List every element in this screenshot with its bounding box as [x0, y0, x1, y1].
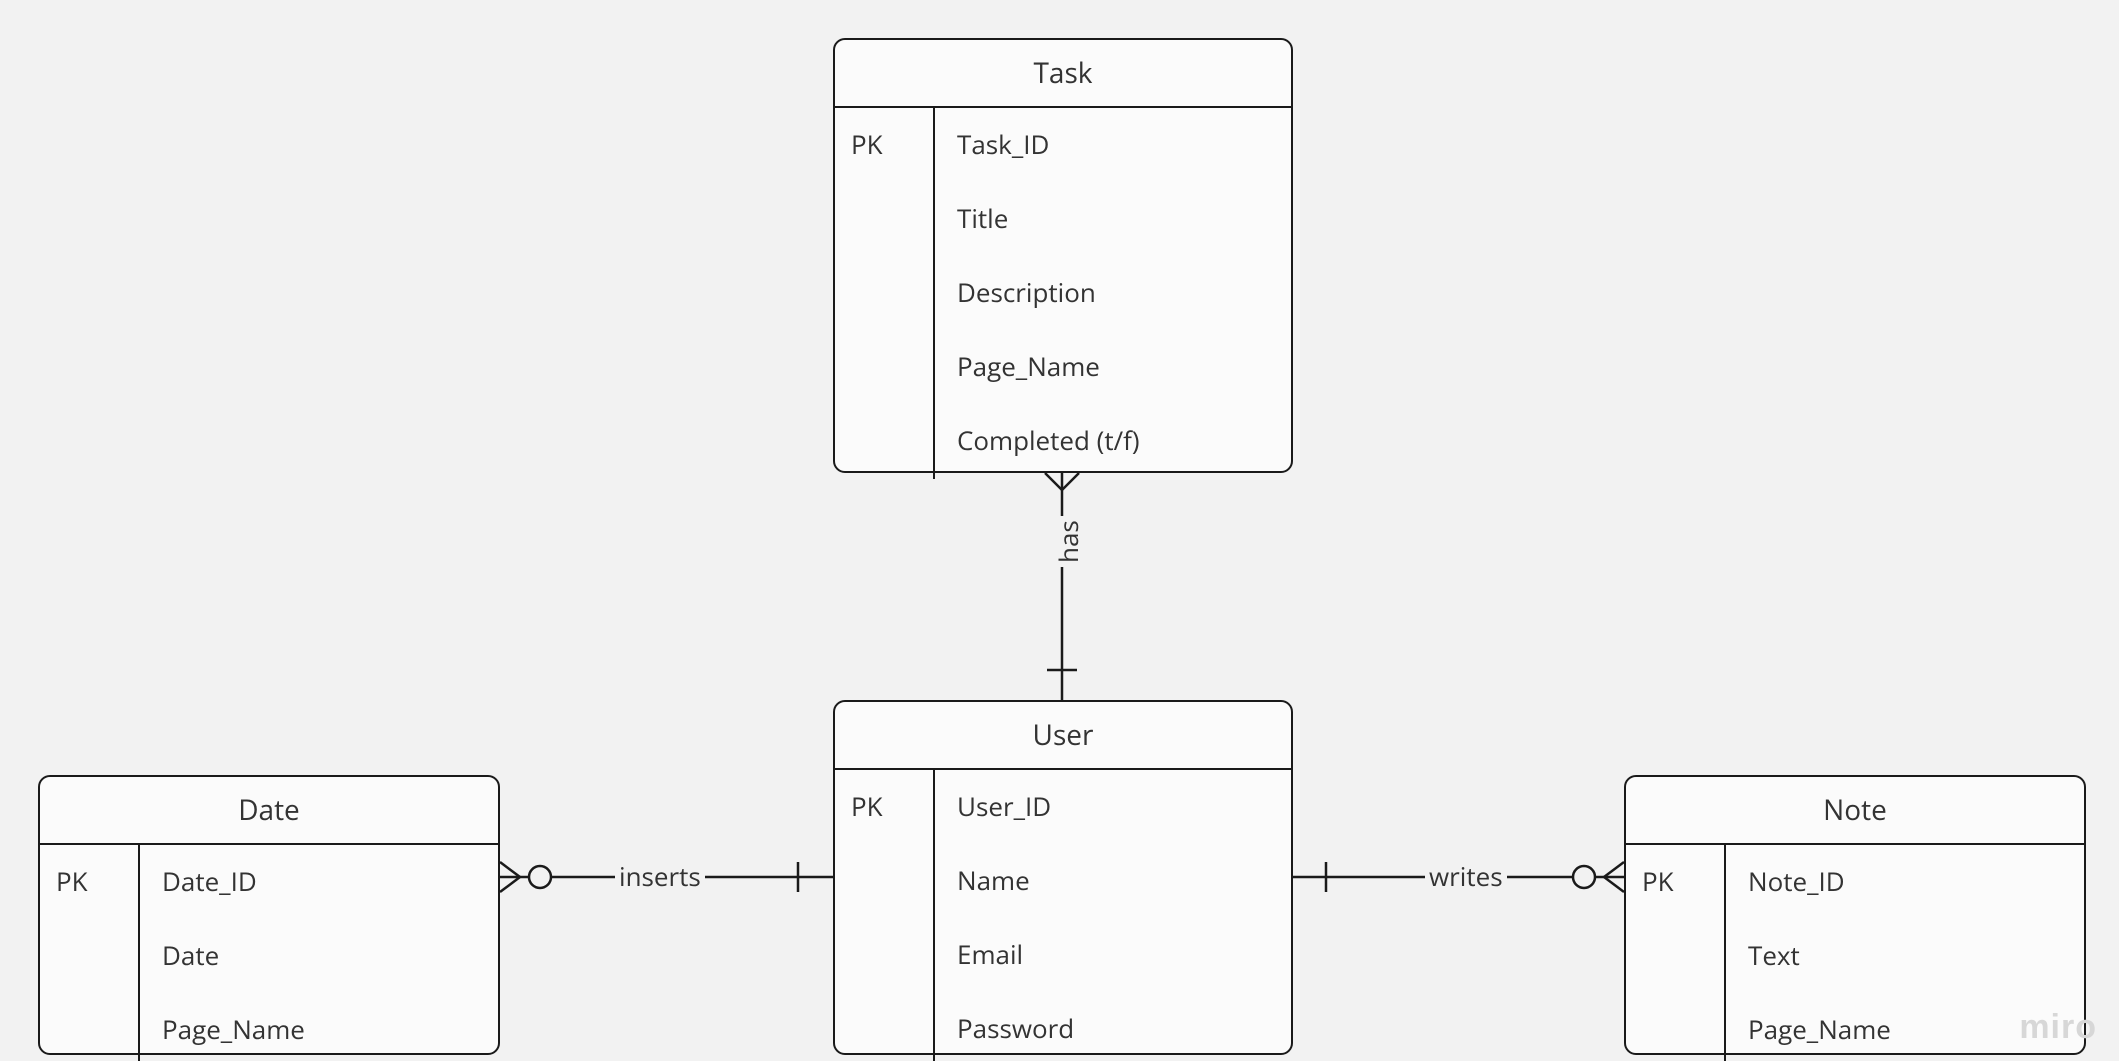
entity-date-attr: Date_ID: [162, 863, 498, 899]
entity-user-attr: Name: [957, 862, 1291, 898]
entity-user-attr: Email: [957, 936, 1291, 972]
rel-label-has: has: [1050, 516, 1086, 567]
entity-note-attr: Note_ID: [1748, 863, 2084, 899]
entity-note-title: Note: [1626, 777, 2084, 845]
entity-task-attr: Title: [957, 200, 1291, 236]
entity-user[interactable]: User PK User_ID Name Email Password: [833, 700, 1293, 1055]
entity-user-attr: User_ID: [957, 788, 1291, 824]
rel-label-inserts: inserts: [615, 858, 705, 894]
entity-note[interactable]: Note PK Note_ID Text Page_Name: [1624, 775, 2086, 1055]
entity-task-attr: Description: [957, 274, 1291, 310]
miro-watermark: miro: [2019, 1008, 2097, 1047]
entity-user-attr: Password: [957, 1010, 1291, 1046]
entity-user-title: User: [835, 702, 1291, 770]
entity-date-attr: Date: [162, 937, 498, 973]
entity-task-title: Task: [835, 40, 1291, 108]
entity-user-pk: PK: [835, 770, 935, 1061]
entity-date[interactable]: Date PK Date_ID Date Page_Name: [38, 775, 500, 1055]
entity-task-attr: Page_Name: [957, 348, 1291, 384]
entity-date-pk: PK: [40, 845, 140, 1061]
entity-task-attr: Task_ID: [957, 126, 1291, 162]
entity-date-attr: Page_Name: [162, 1011, 498, 1047]
entity-date-title: Date: [40, 777, 498, 845]
entity-task[interactable]: Task PK Task_ID Title Description Page_N…: [833, 38, 1293, 473]
entity-note-pk: PK: [1626, 845, 1726, 1061]
entity-task-pk: PK: [835, 108, 935, 479]
entity-task-attr: Completed (t/f): [957, 422, 1291, 458]
entity-note-attr: Text: [1748, 937, 2084, 973]
rel-label-writes: writes: [1425, 858, 1507, 894]
